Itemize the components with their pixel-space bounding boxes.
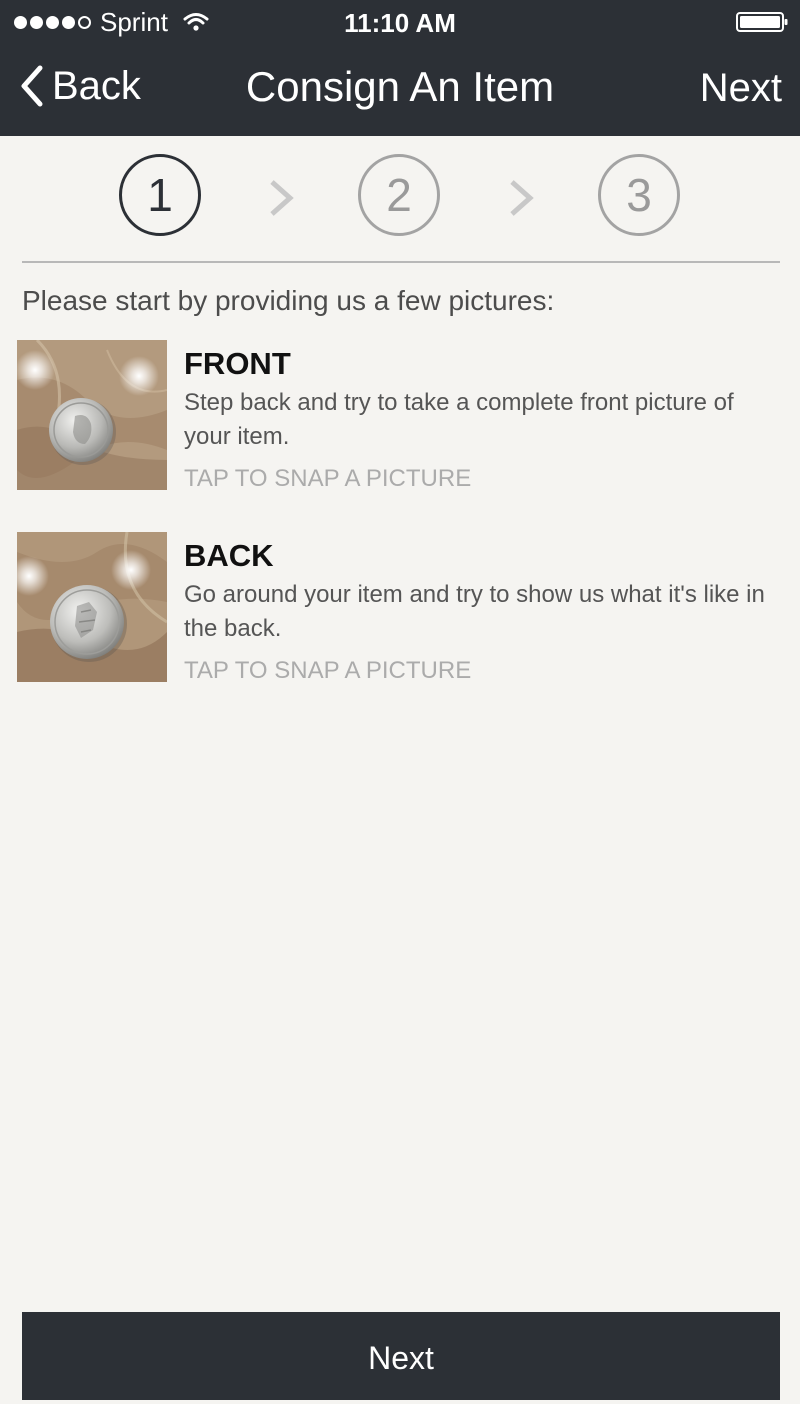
divider (22, 261, 780, 263)
nav-next-button[interactable]: Next (700, 66, 782, 110)
page-title: Consign An Item (245, 63, 555, 110)
item-title: FRONT (184, 346, 291, 381)
app-header: Sprint 11:10 AM Back Consign An Item Nex… (0, 0, 800, 136)
nav-bar: Back Consign An Item Next (0, 44, 800, 136)
status-bar: Sprint 11:10 AM (0, 0, 800, 44)
front-photo-thumbnail[interactable] (17, 340, 167, 490)
step-3: 3 (598, 154, 680, 236)
step-1: 1 (119, 154, 201, 236)
item-description: Go around your item and try to show us w… (184, 581, 765, 642)
snap-front-picture-link[interactable]: TAP TO SNAP A PICTURE (184, 464, 471, 494)
battery-icon (736, 12, 788, 32)
chevron-right-icon (510, 180, 534, 216)
snap-back-picture-link[interactable]: TAP TO SNAP A PICTURE (184, 656, 471, 686)
step-indicator: 1 2 3 (0, 152, 800, 242)
status-time: 11:10 AM (344, 8, 456, 38)
chevron-right-icon (270, 180, 294, 216)
step-2: 2 (358, 154, 440, 236)
next-button[interactable]: Next (22, 1312, 780, 1400)
item-description: Step back and try to take a complete fro… (184, 389, 734, 450)
front-photo-item[interactable]: FRONT Step back and try to take a comple… (17, 340, 777, 500)
intro-text: Please start by providing us a few pictu… (22, 285, 555, 316)
back-photo-thumbnail[interactable] (17, 532, 167, 682)
item-title: BACK (184, 538, 274, 573)
back-photo-item[interactable]: BACK Go around your item and try to show… (17, 532, 777, 692)
